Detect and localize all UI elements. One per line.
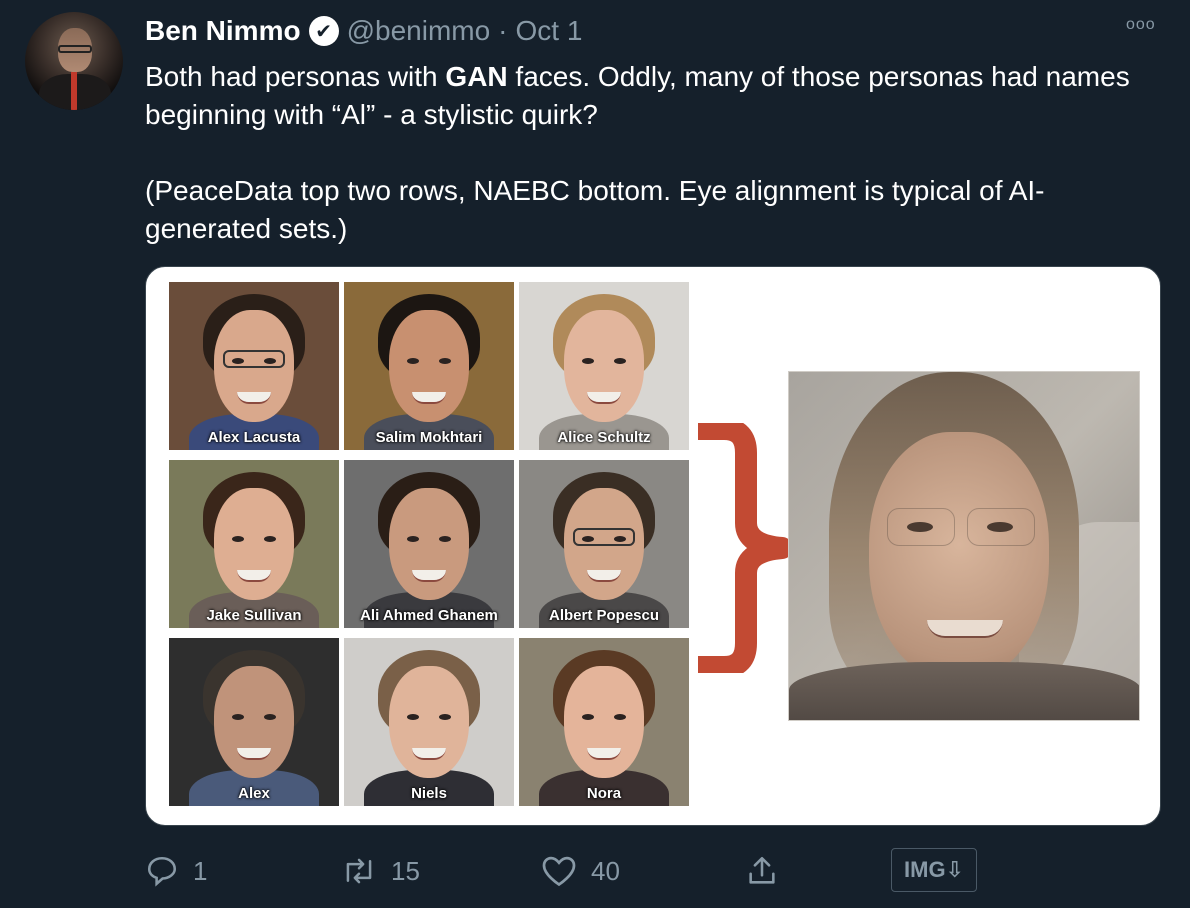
face-skin [389,666,469,778]
like-count: 40 [591,855,620,886]
tweet-header: Ben Nimmo ✔ @benimmo · Oct 1 [145,14,582,48]
persona-face-tile: Alex Lacusta [169,282,339,450]
retweet-count: 15 [391,855,420,886]
composite-mouth [927,620,1003,638]
persona-name-label: Alice Schultz [557,429,651,446]
avatar-glasses [58,45,92,53]
tweet-text: Both had personas with GAN faces. Oddly,… [145,58,1155,248]
persona-face-tile: Albert Popescu [519,460,689,628]
more-options-icon[interactable]: ooo [1126,16,1156,34]
image-download-button[interactable]: IMG⇩ [891,848,977,892]
face-skin [564,666,644,778]
persona-name-label: Alex [238,785,270,802]
reply-icon [147,856,177,887]
tweet-image[interactable]: Alex Lacusta Salim Mokhtari Alice Schultz J… [145,266,1161,826]
face-skin [214,666,294,778]
face-eye-right [264,536,276,542]
separator-dot: · [498,15,508,46]
face-eye-left [582,714,594,720]
face-eye-left [407,536,419,542]
retweet-button[interactable]: 15 [341,848,420,894]
share-button[interactable] [745,848,779,894]
composite-face-image [788,371,1140,721]
author-avatar[interactable] [25,12,123,110]
face-glasses [223,350,285,368]
face-eye-right [439,358,451,364]
face-eye-left [232,536,244,542]
face-eye-left [407,714,419,720]
face-skin [214,488,294,600]
face-eye-left [407,358,419,364]
persona-name-label: Albert Popescu [548,607,660,624]
verified-badge-icon: ✔ [308,16,339,46]
face-eye-left [582,358,594,364]
tweet-actions: 1 15 40 IMG⇩ [145,848,985,894]
face-skin [564,310,644,422]
face-eye-right [614,358,626,364]
author-name[interactable]: Ben Nimmo [145,15,301,47]
persona-name-label: Niels [411,785,447,802]
persona-name-label: Salim Mokhtari [375,429,483,446]
face-eye-right [614,714,626,720]
persona-face-tile: Alice Schultz [519,282,689,450]
tweet-paragraph-2: (PeaceData top two rows, NAEBC bottom. E… [145,175,1045,244]
face-skin [389,488,469,600]
tweet-text-part: Both had personas with [145,61,446,92]
avatar-lanyard [71,72,77,110]
face-eye-left [232,714,244,720]
face-glasses [573,528,635,546]
persona-face-tile: Salim Mokhtari [344,282,514,450]
face-eye-right [439,536,451,542]
face-eye-right [264,714,276,720]
share-icon [749,856,775,884]
retweet-icon [346,858,372,884]
persona-name-label: Nora [586,785,622,802]
persona-face-tile: Alex [169,638,339,806]
persona-face-tile: Niels [344,638,514,806]
tweet-paragraph-1: Both had personas with GAN faces. Oddly,… [145,58,1155,134]
persona-face-tile: Nora [519,638,689,806]
composite-face [869,432,1049,682]
persona-name-label: Alex Lacusta [207,429,301,446]
face-eye-right [439,714,451,720]
persona-name-label: Jake Sullivan [206,607,302,624]
composite-eye-right [987,522,1013,532]
curly-brace-graphic [698,423,790,673]
tweet-bold-word: GAN [445,61,508,92]
persona-name-label: Ali Ahmed Ghanem [360,607,498,624]
reply-count: 1 [193,855,208,886]
heart-icon [542,856,576,887]
tweet-date[interactable]: Oct 1 [516,15,583,47]
like-button[interactable]: 40 [541,848,620,894]
author-handle[interactable]: @benimmo [347,15,491,47]
face-skin [389,310,469,422]
persona-face-tile: Ali Ahmed Ghanem [344,460,514,628]
persona-face-tile: Jake Sullivan [169,460,339,628]
reply-button[interactable]: 1 [145,848,207,894]
composite-shoulders [789,662,1139,720]
composite-eye-left [907,522,933,532]
